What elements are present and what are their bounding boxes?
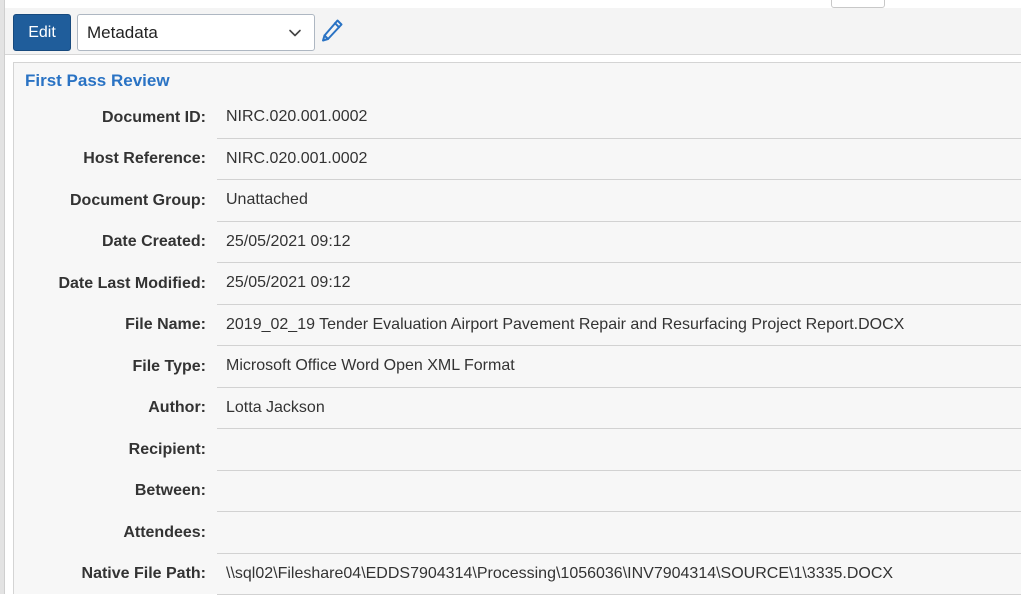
field-value[interactable]: \\sql02\Fileshare04\EDDS7904314\Processi… (217, 554, 1021, 595)
section-title: First Pass Review (25, 71, 170, 91)
field-value[interactable]: NIRC.020.001.0002 (217, 139, 1021, 181)
field-label: Between: (135, 471, 206, 513)
field-label: Date Last Modified: (58, 263, 206, 305)
window-left-border (0, 0, 5, 594)
field-label: Recipient: (129, 429, 206, 471)
field-row-native-file-path: Native File Path: \\sql02\Fileshare04\ED… (14, 554, 1021, 595)
field-row-file-name: File Name: 2019_02_19 Tender Evaluation … (14, 305, 1021, 347)
field-value[interactable] (217, 429, 1021, 471)
view-select-value: Metadata (87, 23, 158, 43)
chevron-down-icon (288, 26, 302, 40)
metadata-toolbar: Edit Metadata (5, 8, 1021, 55)
field-label: Author: (148, 388, 206, 430)
field-label: Date Created: (102, 222, 206, 264)
field-row-document-group: Document Group: Unattached (14, 180, 1021, 222)
field-row-document-id: Document ID: NIRC.020.001.0002 (14, 97, 1021, 139)
field-row-date-last-modified: Date Last Modified: 25/05/2021 09:12 (14, 263, 1021, 305)
field-value[interactable]: 25/05/2021 09:12 (217, 222, 1021, 264)
field-value[interactable]: 2019_02_19 Tender Evaluation Airport Pav… (217, 305, 1021, 347)
field-row-author: Author: Lotta Jackson (14, 388, 1021, 430)
first-pass-review-panel: First Pass Review Document ID: NIRC.020.… (13, 62, 1021, 594)
field-label: Attendees: (123, 512, 206, 554)
field-label: Host Reference: (83, 139, 206, 181)
field-value[interactable]: NIRC.020.001.0002 (217, 97, 1021, 139)
field-row-file-type: File Type: Microsoft Office Word Open XM… (14, 346, 1021, 388)
view-select[interactable]: Metadata (77, 14, 315, 51)
field-value[interactable]: Lotta Jackson (217, 388, 1021, 430)
field-value[interactable]: Microsoft Office Word Open XML Format (217, 346, 1021, 388)
top-strip (5, 0, 1021, 8)
top-tab-stub[interactable] (831, 0, 885, 8)
field-value[interactable]: 25/05/2021 09:12 (217, 263, 1021, 305)
field-label: Native File Path: (82, 554, 206, 595)
field-label: File Name: (125, 305, 206, 347)
field-value[interactable] (217, 471, 1021, 513)
field-label: Document ID: (102, 97, 206, 139)
field-value[interactable]: Unattached (217, 180, 1021, 222)
edit-button[interactable]: Edit (13, 14, 71, 51)
pencil-icon[interactable] (319, 17, 345, 45)
field-value[interactable] (217, 512, 1021, 554)
field-row-between: Between: (14, 471, 1021, 513)
field-row-recipient: Recipient: (14, 429, 1021, 471)
field-row-attendees: Attendees: (14, 512, 1021, 554)
field-row-host-reference: Host Reference: NIRC.020.001.0002 (14, 139, 1021, 181)
field-row-date-created: Date Created: 25/05/2021 09:12 (14, 222, 1021, 264)
field-label: File Type: (133, 346, 207, 388)
field-label: Document Group: (70, 180, 206, 222)
